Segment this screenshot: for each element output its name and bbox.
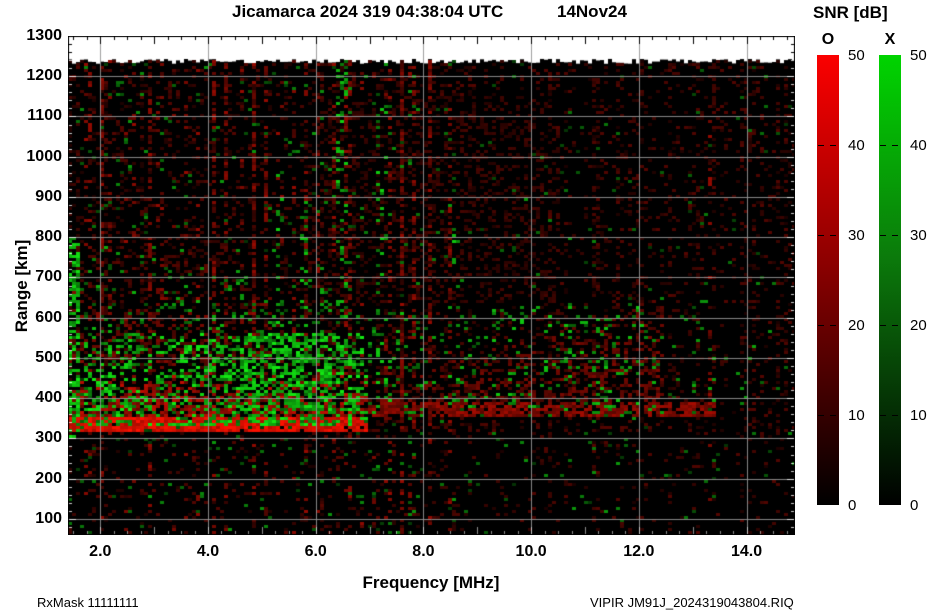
colorbar-tick-label: 50 bbox=[848, 47, 865, 64]
x-tick-label: 10.0 bbox=[515, 543, 547, 560]
colorbar-tick-dash bbox=[830, 325, 836, 326]
colorbar-tick-label: 30 bbox=[848, 227, 865, 244]
x-tick-label: 14.0 bbox=[730, 543, 763, 560]
y-tick-label: 300 bbox=[35, 429, 62, 447]
plot-title: Jicamarca 2024 319 04:38:04 UTC bbox=[232, 2, 504, 21]
y-tick-label: 100 bbox=[35, 509, 62, 527]
ionogram-page: Jicamarca 2024 319 04:38:04 UTC 14Nov24 … bbox=[0, 0, 932, 614]
x-tick-label: 8.0 bbox=[412, 543, 435, 560]
x-axis-label: Frequency [MHz] bbox=[362, 573, 500, 592]
y-tick-label: 400 bbox=[35, 389, 62, 407]
o-colorbar bbox=[817, 55, 839, 505]
colorbar-tick-label: 10 bbox=[848, 407, 865, 424]
colorbar-tick-label: 40 bbox=[910, 137, 927, 154]
colorbar-tick-dash bbox=[892, 415, 898, 416]
y-tick-label: 1100 bbox=[27, 107, 62, 125]
y-tick-label: 1200 bbox=[26, 67, 62, 85]
y-tick-label: 1300 bbox=[26, 27, 62, 44]
colorbar-tick-label: 40 bbox=[848, 137, 865, 154]
x-tick-label: 12.0 bbox=[623, 543, 655, 560]
x-mode-label: X bbox=[884, 31, 896, 48]
colorbar-tick-label: 0 bbox=[848, 497, 857, 514]
colorbar-tick-dash bbox=[818, 235, 824, 236]
colorbar-tick-dash bbox=[830, 415, 836, 416]
x-colorbar bbox=[879, 55, 901, 505]
colorbar-tick-label: 0 bbox=[910, 497, 919, 514]
y-tick-label: 200 bbox=[35, 469, 62, 487]
colorbar-tick-dash bbox=[818, 145, 824, 146]
file-id-text: VIPIR JM91J_2024319043804.RIQ bbox=[590, 595, 794, 610]
colorbar-tick-label: 30 bbox=[910, 227, 927, 244]
y-tick-label: 500 bbox=[35, 348, 62, 366]
colorbar-tick-label: 10 bbox=[910, 407, 927, 424]
o-mode-label: O bbox=[821, 31, 835, 48]
colorbar-tick-dash bbox=[892, 145, 898, 146]
colorbar-tick-dash bbox=[880, 415, 886, 416]
x-tick-label: 4.0 bbox=[196, 543, 220, 560]
colorbar-tick-dash bbox=[892, 235, 898, 236]
y-tick-label: 1000 bbox=[26, 147, 62, 165]
colorbar-tick-label: 50 bbox=[910, 47, 927, 64]
colorbar-tick-dash bbox=[880, 235, 886, 236]
rxmask-text: RxMask 11111111 bbox=[37, 595, 139, 610]
x-tick-label: 2.0 bbox=[89, 543, 112, 560]
colorbar-tick-dash bbox=[830, 235, 836, 236]
colorbar-tick-dash bbox=[892, 325, 898, 326]
colorbar-tick-label: 20 bbox=[910, 317, 927, 334]
y-axis-label: Range [km] bbox=[12, 239, 31, 333]
y-tick-label: 900 bbox=[35, 187, 62, 205]
ionogram-canvas bbox=[68, 36, 795, 535]
colorbar-tick-dash bbox=[818, 325, 824, 326]
colorbar-tick-dash bbox=[880, 325, 886, 326]
colorbar-tick-dash bbox=[880, 145, 886, 146]
colorbar-tick-dash bbox=[818, 415, 824, 416]
colorbar-title: SNR [dB] bbox=[813, 3, 888, 22]
plot-date: 14Nov24 bbox=[557, 2, 627, 21]
colorbar-tick-label: 20 bbox=[848, 317, 865, 334]
colorbar-tick-dash bbox=[830, 145, 836, 146]
x-tick-label: 6.0 bbox=[304, 543, 327, 560]
